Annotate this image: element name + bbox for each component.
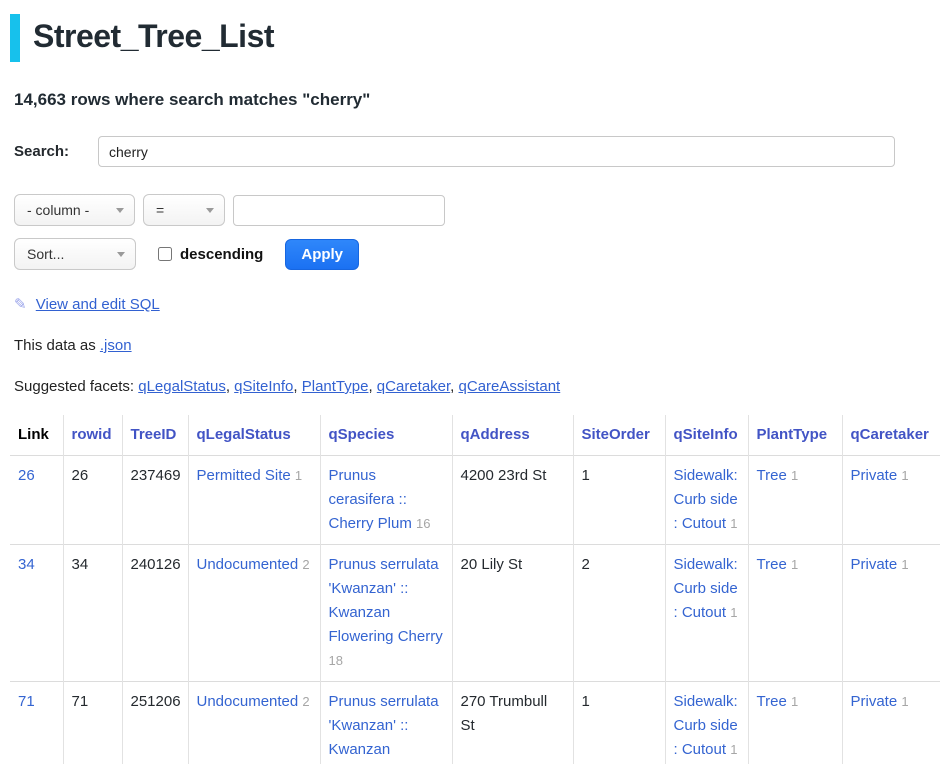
facet-count: 2 (302, 557, 309, 572)
cell-qcaretaker-link[interactable]: Private (851, 467, 898, 484)
column-select-value: - column - (27, 202, 89, 218)
column-header-link: Link (10, 415, 63, 456)
row-count-summary: 14,663 rows where search matches "cherry… (14, 90, 926, 110)
pencil-icon: ✎ (14, 296, 27, 313)
facet-link-qcareassistant[interactable]: qCareAssistant (459, 378, 561, 395)
column-header-qcaretaker[interactable]: qCaretaker (851, 426, 929, 443)
cell-qsiteinfo-link[interactable]: Sidewalk: Curb side : Cutout (674, 556, 738, 621)
column-header-rowid[interactable]: rowid (72, 426, 112, 443)
descending-label: descending (180, 246, 263, 263)
cell-siteorder: 2 (573, 545, 665, 682)
chevron-down-icon (117, 252, 125, 257)
facet-link-qsiteinfo[interactable]: qSiteInfo (234, 378, 293, 395)
data-as-line: This data as .json (14, 337, 926, 354)
accent-bar (10, 14, 20, 62)
sort-select-value: Sort... (27, 246, 64, 262)
cell-planttype-link[interactable]: Tree (757, 693, 787, 710)
filter-row: - column - = (14, 194, 926, 226)
column-header-treeid[interactable]: TreeID (131, 426, 177, 443)
cell-qsiteinfo-link[interactable]: Sidewalk: Curb side : Cutout (674, 693, 738, 758)
facet-count: 1 (901, 557, 908, 572)
chevron-down-icon (206, 208, 214, 213)
cell-siteorder: 1 (573, 682, 665, 764)
facet-count: 1 (730, 516, 737, 531)
search-label: Search: (14, 143, 98, 160)
sort-row: Sort... descending Apply (14, 238, 926, 270)
page-header: Street_Tree_List (10, 14, 940, 62)
cell-qlegalstatus-link[interactable]: Undocumented (197, 693, 299, 710)
cell-rowid: 71 (63, 682, 122, 764)
column-header-qaddress[interactable]: qAddress (461, 426, 530, 443)
column-select[interactable]: - column - (14, 194, 135, 226)
cell-treeid: 251206 (122, 682, 188, 764)
cell-qspecies-link[interactable]: Prunus cerasifera :: Cherry Plum (329, 467, 412, 532)
search-input[interactable] (98, 136, 895, 167)
table-row: 71 71 251206 Undocumented 2 Prunus serru… (10, 682, 940, 764)
cell-qsiteinfo-link[interactable]: Sidewalk: Curb side : Cutout (674, 467, 738, 532)
results-table: Link rowid TreeID qLegalStatus qSpecies … (10, 415, 940, 764)
facet-count: 1 (791, 694, 798, 709)
cell-treeid: 237469 (122, 456, 188, 545)
facet-count: 1 (901, 468, 908, 483)
suggested-facets-line: Suggested facets: qLegalStatus, qSiteInf… (14, 378, 926, 395)
view-edit-sql-link[interactable]: View and edit SQL (36, 296, 160, 313)
cell-planttype-link[interactable]: Tree (757, 556, 787, 573)
table-row: 26 26 237469 Permitted Site 1 Prunus cer… (10, 456, 940, 545)
cell-qaddress: 20 Lily St (452, 545, 573, 682)
json-link[interactable]: .json (100, 337, 132, 354)
filter-value-input[interactable] (233, 195, 445, 226)
cell-qlegalstatus-link[interactable]: Undocumented (197, 556, 299, 573)
sort-select[interactable]: Sort... (14, 238, 136, 270)
column-header-siteorder[interactable]: SiteOrder (582, 426, 650, 443)
operator-select[interactable]: = (143, 194, 225, 226)
cell-planttype-link[interactable]: Tree (757, 467, 787, 484)
descending-checkbox[interactable] (158, 247, 172, 261)
table-row: 34 34 240126 Undocumented 2 Prunus serru… (10, 545, 940, 682)
search-row: Search: (14, 136, 926, 167)
apply-button[interactable]: Apply (285, 239, 359, 270)
facet-link-planttype[interactable]: PlantType (302, 378, 369, 395)
cell-qaddress: 4200 23rd St (452, 456, 573, 545)
column-header-qsiteinfo[interactable]: qSiteInfo (674, 426, 738, 443)
cell-rowid: 34 (63, 545, 122, 682)
page-title: Street_Tree_List (33, 18, 274, 55)
facet-count: 16 (416, 516, 430, 531)
data-as-prefix: This data as (14, 337, 100, 354)
facet-count: 1 (791, 468, 798, 483)
row-link[interactable]: 71 (18, 693, 35, 710)
cell-treeid: 240126 (122, 545, 188, 682)
facet-count: 1 (295, 468, 302, 483)
cell-qspecies-link[interactable]: Prunus serrulata 'Kwanzan' :: Kwanzan Fl… (329, 556, 443, 645)
column-header-planttype[interactable]: PlantType (757, 426, 828, 443)
facet-count: 2 (302, 694, 309, 709)
table-header-row: Link rowid TreeID qLegalStatus qSpecies … (10, 415, 940, 456)
chevron-down-icon (116, 208, 124, 213)
row-link[interactable]: 34 (18, 556, 35, 573)
facet-count: 1 (730, 605, 737, 620)
facet-count: 18 (329, 653, 343, 668)
row-link[interactable]: 26 (18, 467, 35, 484)
cell-qaddress: 270 Trumbull St (452, 682, 573, 764)
facet-count: 1 (791, 557, 798, 572)
cell-qcaretaker-link[interactable]: Private (851, 556, 898, 573)
cell-rowid: 26 (63, 456, 122, 545)
cell-qlegalstatus-link[interactable]: Permitted Site (197, 467, 291, 484)
facet-count: 1 (901, 694, 908, 709)
cell-siteorder: 1 (573, 456, 665, 545)
operator-select-value: = (156, 202, 164, 218)
cell-qspecies-link[interactable]: Prunus serrulata 'Kwanzan' :: Kwanzan Fl… (329, 693, 443, 764)
sql-line: ✎ View and edit SQL (14, 295, 926, 313)
facet-link-qcaretaker[interactable]: qCaretaker (377, 378, 450, 395)
facet-link-qlegalstatus[interactable]: qLegalStatus (138, 378, 226, 395)
column-header-qspecies[interactable]: qSpecies (329, 426, 395, 443)
cell-qcaretaker-link[interactable]: Private (851, 693, 898, 710)
column-header-qlegalstatus[interactable]: qLegalStatus (197, 426, 291, 443)
facet-count: 1 (730, 742, 737, 757)
facets-prefix: Suggested facets: (14, 378, 138, 395)
